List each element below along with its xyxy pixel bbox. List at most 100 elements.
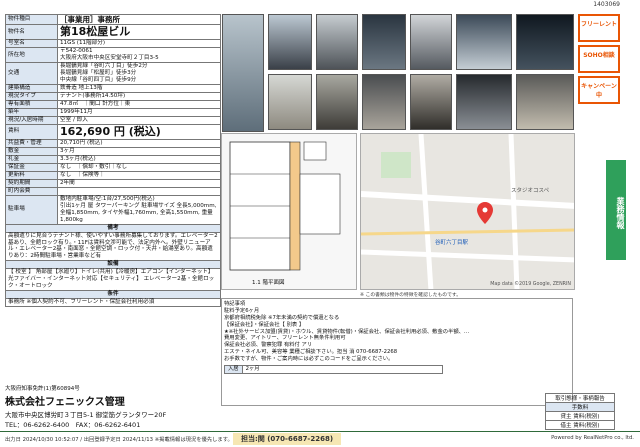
fee-sub: 手数料 [545, 402, 615, 412]
footer-rule [0, 431, 640, 432]
spec-key: 交通 [5, 62, 58, 86]
spec-key: 町内会費 [5, 186, 58, 196]
map-landmark: スタジオコスペ [511, 188, 550, 194]
company-address: 大阪市中央区博労町３丁目5-1 御堂筋グランタワー20F [5, 411, 167, 419]
floor-plan: 1.1 階平面図 [221, 133, 357, 290]
spec-row: 契約期間 2年間 [5, 178, 221, 188]
spec-key: 築年 [5, 107, 58, 117]
spec-key: 所在地 [5, 47, 58, 64]
spec-value: 〒542-0061 大阪府大阪市中央区安堂寺町２丁目3-5 [57, 47, 221, 64]
remarks-val: 2ヶ月 [241, 364, 443, 374]
sidebar: フリーレント SOHO相談 キャンペーン中 [578, 14, 620, 107]
footer-right: Powered by RealNetPro co., ltd. [551, 435, 634, 441]
section-head-notes_head: 備考 [5, 223, 221, 233]
spec-value: 3ヶ月 [57, 146, 221, 156]
spec-row: 現況タイプ テナント(事務所14.50坪) [5, 92, 221, 101]
photo-room1 [268, 74, 312, 130]
footer-contact: 担当:関 (070-6687-2268) [233, 433, 342, 445]
spec-value: テナント(事務所14.50坪) [57, 92, 221, 101]
footer-left: 出力日 2024/10/30 10:52:07 / 出回登録予定日 2024/1… [5, 437, 233, 443]
spec-row: 保証金 なし ｜償却・敷引｜なし [5, 162, 221, 172]
spec-key: 専有面積 [5, 100, 58, 109]
doc-code: 1403069 [593, 1, 620, 8]
tag-soho: SOHO相談 [578, 45, 620, 73]
spec-row: 建築構造 鉄骨造 地上13階 [5, 84, 221, 94]
section-body-equip: 【 校室 】 角部屋【水廻り】トイレ(共用)【冷暖房】エアコン【インターネット】… [5, 268, 221, 292]
spec-row: 共益費・管理 20,710円 (税込) [5, 138, 221, 148]
tag-freerent: フリーレント [578, 14, 620, 42]
map-copyright: Map data ©2019 Google, ZENRIN [490, 282, 571, 287]
photo-exterior [268, 14, 312, 70]
tag-campaign: キャンペーン中 [578, 76, 620, 104]
fee-table: 取引態様・事柄報告 手数料 貸主 賃料(税別) 借主 賃料(税別) [545, 393, 615, 430]
section-body-cond: 事務所 ※個人契約不可、フリーレント・保証会社利用必須 [5, 298, 221, 308]
spec-row: 所在地 〒542-0061 大阪府大阪市中央区安堂寺町２丁目3-5 [5, 47, 221, 64]
spec-row: 号室名 11GS (11階部分) [5, 39, 221, 49]
remarks-text: 特記事項 駐料予定6ヶ月 京都府相続税免除 ※7年未満の契約で償還となる 【保証… [224, 301, 470, 362]
spec-row: 敷金 3ヶ月 [5, 146, 221, 156]
spec-key: 賃料 [5, 123, 58, 140]
section-head-cond_head: 条件 [5, 290, 221, 300]
spec-key: 現況タイプ [5, 92, 58, 101]
spec-value: なし ｜償却・敷引｜なし [57, 162, 221, 172]
spec-value: 2年間 [57, 178, 221, 188]
photo-entrance [362, 14, 406, 70]
section-head-equip_head: 設備 [5, 260, 221, 270]
spec-value: 1999年11月 [57, 107, 221, 117]
spec-key: 敷金 [5, 146, 58, 156]
spec-value: 162,690 円 (税込) [57, 123, 221, 140]
company-tel: TEL：06-6262-6400 FAX：06-6262-6401 [5, 421, 141, 429]
spec-row: 物件種目 ［事業用］事務所 [5, 13, 221, 26]
spec-value: 空室 / 即入 [57, 115, 221, 125]
section-body-notes: 高額遣りに見合うテナント様、使いやすい事務所募集しております。エレベーター2基あ… [5, 231, 221, 262]
spec-row: 築年 1999年11月 [5, 107, 221, 117]
spec-value: 長堀鶴見緑「谷町六丁目」徒歩2分 長堀鶴見緑「松屋町」徒歩3分 中央線「谷町四丁… [57, 62, 221, 86]
spec-row: 物件名 第18松屋ビル [5, 24, 221, 41]
photo-building [222, 14, 264, 132]
photo-lobby [456, 14, 512, 70]
spec-value: 敷地内駐車場/空:1台/27,500円(税込) 引出1ヶ月 屋 タワーパーキング… [57, 194, 221, 225]
spec-key: 駐車場 [5, 194, 58, 225]
spec-key: 現況/入居時期 [5, 115, 58, 125]
spec-value [57, 186, 221, 196]
company-block: 大阪府知事免許(1)第60894号 株式会社フェニックス管理 大阪市中央区博労町… [5, 384, 221, 429]
map-station: 谷町六丁目駅 [435, 240, 469, 246]
vertical-label: 業務情報 [606, 160, 626, 260]
spec-key: 保証金 [5, 162, 58, 172]
company-name: 株式会社フェニックス管理 [5, 397, 125, 408]
remarks-key: 入居 [224, 364, 243, 374]
photo-lift [456, 74, 512, 130]
spec-key: 物件種目 [5, 13, 58, 26]
spec-value: 3.3ヶ月(税込) [57, 154, 221, 164]
photo-street [316, 14, 358, 70]
spec-row: 礼金 3.3ヶ月(税込) [5, 154, 221, 164]
spec-key: 物件名 [5, 24, 58, 41]
photo-night [516, 14, 574, 70]
photo-room2 [316, 74, 358, 130]
spec-row: 町内会費 [5, 186, 221, 196]
fee-row-lender: 貸主 賃料(税別) [545, 411, 615, 421]
spec-row: 賃料 162,690 円 (税込) [5, 123, 221, 140]
photo-parking [516, 74, 574, 130]
spec-key: 号室名 [5, 39, 58, 49]
floor-caption: 1.1 階平面図 [252, 280, 285, 286]
spec-table: 物件種目 ［事業用］事務所 物件名 第18松屋ビル 号室名 11GS (11階部分) 所在地… [5, 13, 221, 308]
company-license: 大阪府知事免許(1)第60894号 [5, 386, 80, 392]
photo-hall [410, 74, 452, 130]
spec-row: 現況/入居時期 空室 / 即入 [5, 115, 221, 125]
fee-row-tenant: 借主 賃料(税別) [545, 420, 615, 430]
spec-key: 建築構造 [5, 84, 58, 94]
spec-key: 更新料 [5, 170, 58, 180]
map: スタジオコスペ 谷町六丁目駅 Map data ©2019 Google, ZE… [360, 133, 575, 290]
spec-value: 47.8㎡ ｜間口 計方位｜東 [57, 100, 221, 109]
remarks-table: 入居 2ヶ月 [224, 364, 443, 374]
spec-row: 更新料 なし ｜保険等｜ [5, 170, 221, 180]
floor-plan-drawing [229, 141, 341, 271]
spec-value: 11GS (11階部分) [57, 39, 221, 49]
spec-value: 第18松屋ビル [57, 24, 221, 41]
spec-row: 交通 長堀鶴見緑「谷町六丁目」徒歩2分 長堀鶴見緑「松屋町」徒歩3分 中央線「谷町… [5, 62, 221, 86]
spec-row: 専有面積 47.8㎡ ｜間口 計方位｜東 [5, 100, 221, 109]
spec-key: 契約期間 [5, 178, 58, 188]
photo-room3 [362, 74, 406, 130]
image-disclaimer: ※ この書類は物件の特徴を確認したものです。 [360, 293, 462, 298]
